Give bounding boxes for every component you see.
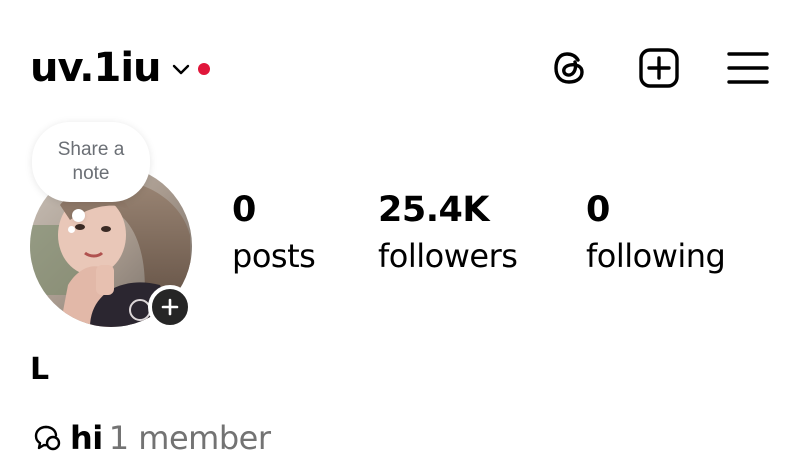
note-bubble-tail	[72, 209, 85, 222]
plus-icon	[161, 298, 179, 316]
followers-stat[interactable]: 25.4K followers	[378, 188, 518, 278]
chevron-down-icon	[172, 64, 189, 75]
profile-page: uv.1iu Share a note 0 posts 25.4K follow…	[0, 0, 800, 466]
threads-icon[interactable]	[548, 46, 592, 90]
note-bubble-tail-small	[68, 226, 75, 233]
profile-header: uv.1iu	[0, 0, 800, 130]
display-name: L	[30, 352, 50, 387]
account-switcher[interactable]: uv.1iu	[30, 42, 210, 94]
notification-dot	[197, 63, 210, 75]
followers-label: followers	[378, 237, 518, 275]
username: uv.1iu	[30, 45, 162, 91]
following-count: 0	[586, 190, 610, 230]
posts-label: posts	[232, 237, 316, 275]
channel-name: hi	[70, 419, 103, 457]
add-post-icon[interactable]	[637, 46, 681, 90]
menu-icon[interactable]	[726, 46, 770, 90]
broadcast-channel-icon	[34, 425, 61, 451]
add-story-button[interactable]	[148, 285, 192, 329]
following-label: following	[586, 237, 726, 275]
avatar-block: Share a note	[28, 120, 208, 335]
following-stat[interactable]: 0 following	[586, 188, 726, 278]
channel-members: 1 member	[108, 419, 271, 457]
followers-count: 25.4K	[378, 190, 489, 230]
broadcast-channel-link[interactable]: hi 1 member	[32, 418, 271, 458]
share-note-bubble[interactable]: Share a note	[32, 122, 150, 202]
share-note-label: Share a note	[57, 139, 125, 184]
posts-count: 0	[232, 190, 256, 230]
posts-stat[interactable]: 0 posts	[232, 188, 316, 278]
